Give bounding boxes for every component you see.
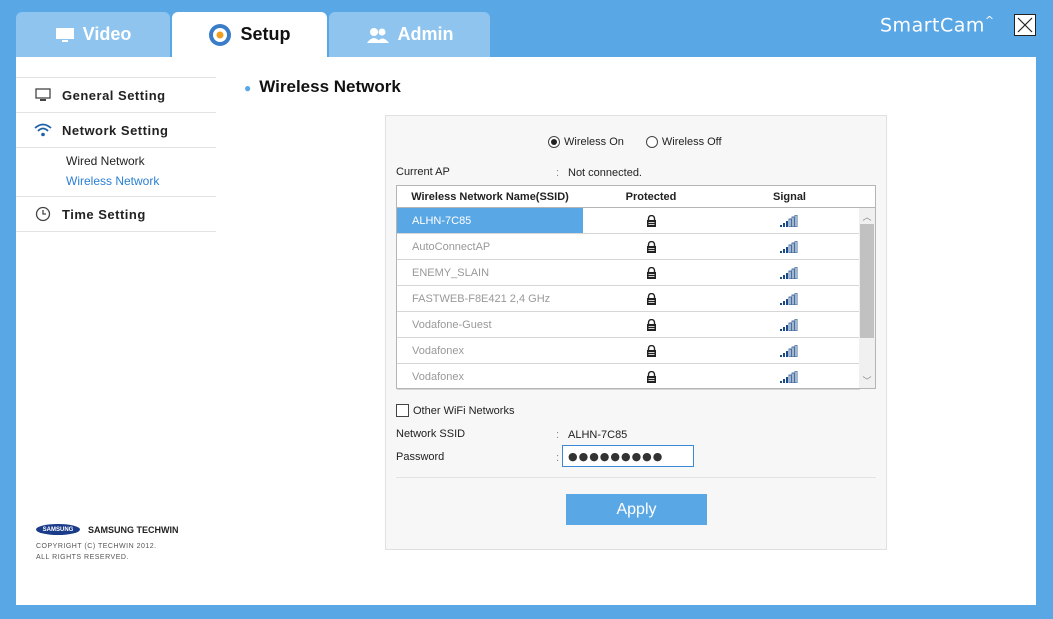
lock-icon xyxy=(583,214,719,227)
tab-admin[interactable]: Admin xyxy=(329,12,490,57)
sidebar-item-label: Network Setting xyxy=(62,122,169,138)
colon: : xyxy=(556,429,560,441)
ssid-cell: Vodafone-Guest xyxy=(412,318,492,331)
ssid-cell: Vodafonex xyxy=(412,370,464,383)
main-panel: General Setting Network Setting Wired Ne… xyxy=(16,57,1036,605)
apply-button[interactable]: Apply xyxy=(566,494,707,525)
samsung-brand: SAMSUNG SAMSUNG TECHWIN COPYRIGHT (C) TE… xyxy=(36,524,179,563)
table-scrollbar[interactable]: ︿ ﹀ xyxy=(859,208,875,388)
sidebar-item-label: Time Setting xyxy=(62,206,146,222)
table-row[interactable]: AutoConnectAP xyxy=(397,234,860,260)
tab-video-label: Video xyxy=(82,24,132,44)
col-ssid: Wireless Network Name(SSID) xyxy=(411,190,569,203)
close-icon xyxy=(1017,17,1033,33)
ssid-cell: Vodafonex xyxy=(412,344,464,357)
scroll-up-icon[interactable]: ︿ xyxy=(859,208,875,224)
sidebar-item-network[interactable]: Network Setting xyxy=(16,112,216,147)
divider xyxy=(396,477,876,478)
ssid-cell: ENEMY_SLAIN xyxy=(412,266,490,279)
colon: : xyxy=(556,452,560,464)
password-field[interactable] xyxy=(562,445,694,467)
tab-setup[interactable]: Setup xyxy=(172,12,327,57)
samsung-logo: SAMSUNG xyxy=(36,524,80,535)
signal-icon xyxy=(719,370,860,383)
ssid-cell: FASTWEB-F8E421 2,4 GHz xyxy=(412,292,551,305)
sidebar-item-wired-network[interactable]: Wired Network xyxy=(66,151,216,171)
col-signal: Signal xyxy=(772,190,806,203)
clock-icon xyxy=(34,205,52,223)
close-button[interactable] xyxy=(1014,14,1036,36)
network-ssid-value: ALHN-7C85 xyxy=(568,429,628,441)
table-row[interactable]: ENEMY_SLAIN xyxy=(397,260,860,286)
wireless-toggle: Wireless On Wireless Off xyxy=(548,136,744,148)
tab-admin-label: Admin xyxy=(397,24,454,44)
other-wifi-checkbox[interactable]: Other WiFi Networks xyxy=(396,404,514,417)
sidebar-item-time[interactable]: Time Setting xyxy=(16,196,216,231)
table-header: Wireless Network Name(SSID) Protected Si… xyxy=(397,186,875,208)
page-title: ● Wireless Network xyxy=(244,77,401,96)
col-protected: Protected xyxy=(625,190,677,203)
lock-icon xyxy=(583,292,719,305)
signal-icon xyxy=(719,292,860,305)
smartcam-logo: SmartCam^ xyxy=(880,14,995,37)
sidebar-item-general[interactable]: General Setting xyxy=(16,77,216,112)
wireless-on-radio[interactable]: Wireless On xyxy=(548,136,624,148)
table-row[interactable]: Vodafone-Guest xyxy=(397,312,860,338)
colon: : xyxy=(556,167,560,179)
gear-icon xyxy=(208,23,232,47)
table-row[interactable]: Vodafonex xyxy=(397,364,860,390)
sidebar-divider xyxy=(16,231,216,232)
tab-setup-label: Setup xyxy=(240,24,291,44)
password-label: Password xyxy=(396,451,445,463)
signal-icon xyxy=(719,344,860,357)
scroll-down-icon[interactable]: ﹀ xyxy=(859,372,875,388)
lock-icon xyxy=(583,266,719,279)
monitor-icon xyxy=(34,86,52,104)
signal-icon xyxy=(719,240,860,253)
lock-icon xyxy=(583,240,719,253)
signal-icon xyxy=(719,318,860,331)
copyright: COPYRIGHT (C) TECHWIN 2012. ALL RIGHTS R… xyxy=(36,543,157,561)
table-row[interactable]: Vodafonex xyxy=(397,338,860,364)
company-name: SAMSUNG TECHWIN xyxy=(88,524,179,535)
current-ap-label: Current AP xyxy=(396,166,450,178)
ssid-cell: ALHN-7C85 xyxy=(397,208,583,233)
network-ssid-label: Network SSID xyxy=(396,428,466,440)
bullet-icon: ● xyxy=(244,80,252,95)
scroll-thumb[interactable] xyxy=(860,224,874,338)
sidebar: General Setting Network Setting Wired Ne… xyxy=(16,77,216,232)
network-submenu: Wired Network Wireless Network xyxy=(16,147,216,196)
current-ap-value: Not connected. xyxy=(568,167,642,179)
table-row[interactable]: ALHN-7C85 xyxy=(397,208,860,234)
table-row[interactable]: FASTWEB-F8E421 2,4 GHz xyxy=(397,286,860,312)
lock-icon xyxy=(583,318,719,331)
wireless-settings-box: Wireless On Wireless Off Current AP : No… xyxy=(385,115,887,550)
lock-icon xyxy=(583,344,719,357)
tab-video[interactable]: Video xyxy=(16,12,170,57)
bottom-strip xyxy=(0,605,1053,619)
sidebar-item-wireless-network[interactable]: Wireless Network xyxy=(66,171,216,191)
wireless-off-radio[interactable]: Wireless Off xyxy=(645,136,722,148)
users-icon xyxy=(366,27,390,43)
ssid-cell: AutoConnectAP xyxy=(412,240,491,253)
signal-icon xyxy=(719,266,860,279)
network-table: Wireless Network Name(SSID) Protected Si… xyxy=(396,185,876,390)
signal-icon xyxy=(719,214,860,227)
wifi-icon xyxy=(34,121,52,139)
lock-icon xyxy=(583,370,719,383)
monitor-icon xyxy=(55,27,75,43)
sidebar-item-label: General Setting xyxy=(62,87,166,103)
